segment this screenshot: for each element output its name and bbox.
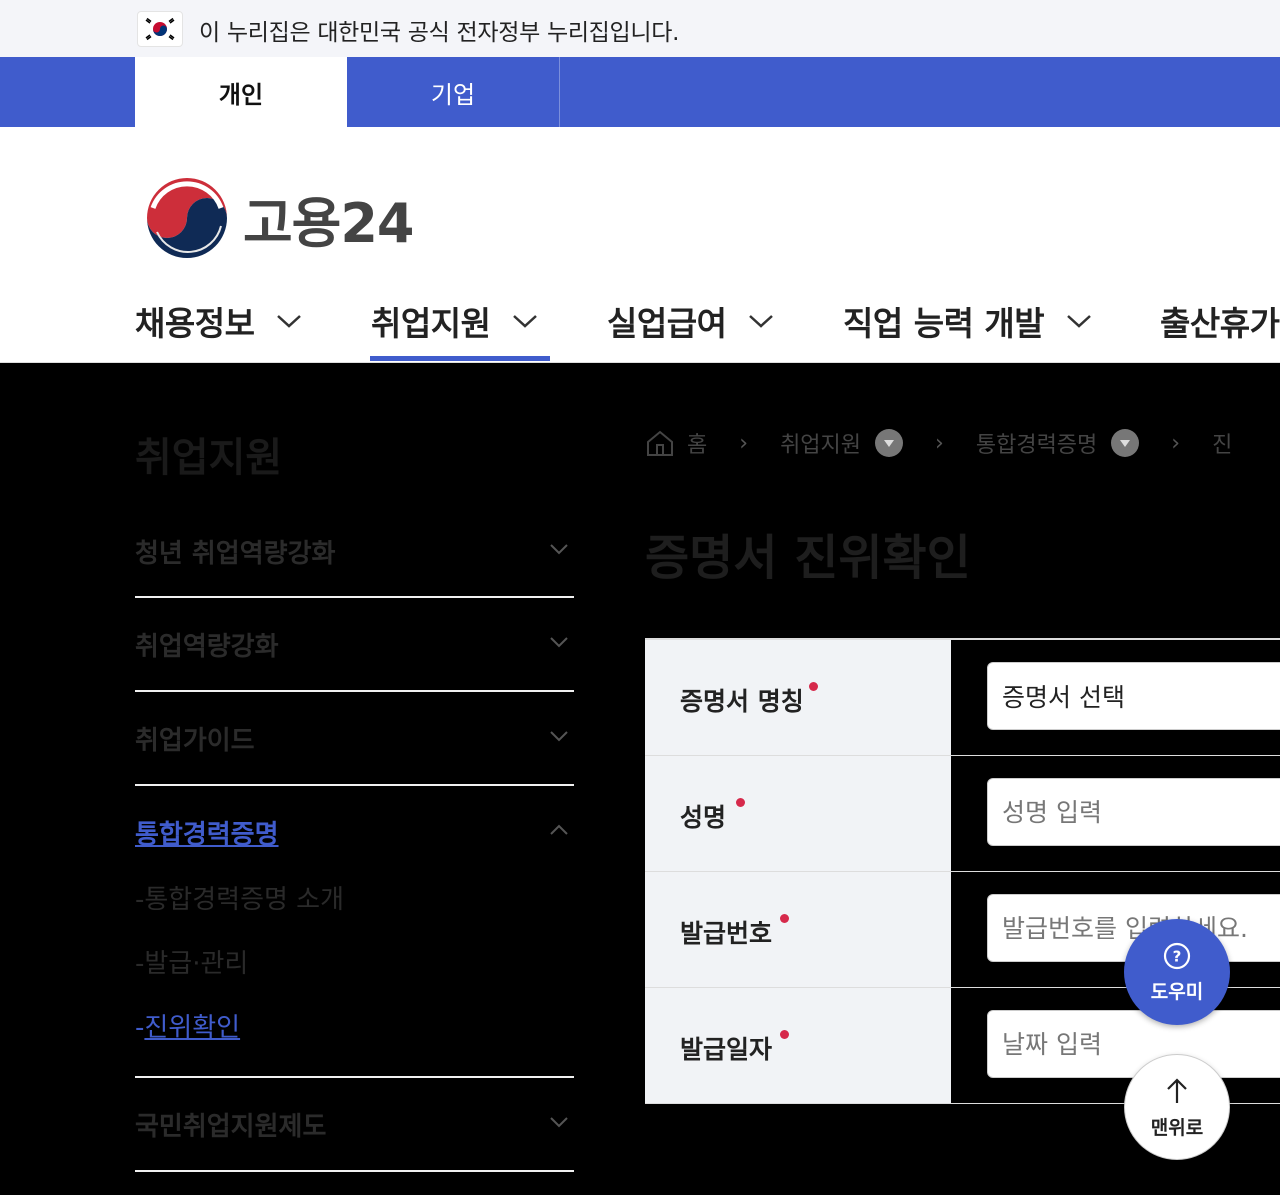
chevron-right-icon: › [1171, 430, 1181, 456]
site-logo[interactable]: 고용24 [141, 172, 415, 264]
lnb-item-label: 취업역량강화 [135, 632, 279, 662]
lnb-item-guide[interactable]: 취업가이드 [135, 690, 574, 786]
breadcrumb-home[interactable]: 홈 [687, 427, 707, 459]
field-label: 성명 [680, 803, 727, 832]
chevron-down-icon [513, 315, 538, 328]
lnb-sub-intro[interactable]: -통합경력증명 소개 [135, 879, 344, 916]
gnb-active-indicator [370, 356, 550, 361]
sub-item-label: 진위확인 [144, 1013, 241, 1043]
certificate-select[interactable] [987, 662, 1280, 730]
sub-item-label: 발급·관리 [144, 949, 249, 979]
breadcrumb: 홈 › 취업지원 › 통합경력증명 › 진 [645, 427, 1232, 459]
chevron-down-icon [277, 315, 302, 328]
lnb-title: 취업지원 [135, 435, 283, 481]
form-row-name: 성명 [645, 756, 1280, 872]
tab-personal[interactable]: 개인 [135, 57, 347, 127]
gnb-job-skill[interactable]: 직업 능력 개발 [843, 297, 1092, 345]
gnb-label: 출산휴가 [1160, 304, 1280, 343]
korean-flag-icon [137, 11, 183, 47]
gnb-employment-support[interactable]: 취업지원 [371, 297, 538, 345]
gnb-unemployment-benefit[interactable]: 실업급여 [607, 297, 774, 345]
sub-item-label: 통합경력증명 소개 [144, 885, 345, 915]
lnb-sub-verify[interactable]: -진위확인 [135, 1007, 240, 1044]
dropdown-toggle-icon[interactable] [1111, 429, 1140, 457]
lnb-item-label: 취업가이드 [135, 726, 255, 756]
scroll-top-label: 맨위로 [1150, 1117, 1204, 1139]
logo-text: 고용24 [243, 191, 415, 255]
field-label: 증명서 명칭 [680, 687, 804, 716]
lnb-item-label: 통합경력증명 [135, 820, 279, 850]
form-label-cell: 증명서 명칭 [645, 640, 951, 755]
site-header: 고용24 채용정보 취업지원 실업급여 직업 능력 개발 출산휴가 [0, 127, 1280, 363]
gnb-label: 취업지원 [371, 304, 491, 343]
gnb-label: 채용정보 [135, 304, 255, 343]
required-dot-icon [736, 798, 745, 807]
gnb-label: 실업급여 [607, 304, 727, 343]
field-label: 발급번호 [680, 919, 773, 948]
chevron-down-icon [550, 637, 568, 648]
form-label-cell: 발급번호 [645, 872, 951, 987]
lnb-item-national-support[interactable]: 국민취업지원제도 [135, 1076, 574, 1172]
gnb-recruit[interactable]: 채용정보 [135, 297, 302, 345]
svg-text:?: ? [1173, 948, 1182, 966]
breadcrumb-level3[interactable]: 진 [1212, 427, 1232, 459]
issue-date-input[interactable] [987, 1010, 1280, 1078]
chevron-down-icon [550, 1117, 568, 1128]
field-label: 발급일자 [680, 1035, 773, 1064]
help-label: 도우미 [1150, 981, 1204, 1003]
gov-banner: 이 누리집은 대한민국 공식 전자정부 누리집입니다. [0, 0, 1280, 57]
arrow-up-icon [1167, 1078, 1187, 1103]
sub-item-prefix: - [135, 1013, 145, 1043]
breadcrumb-level2[interactable]: 통합경력증명 [976, 427, 1097, 459]
gov-banner-text: 이 누리집은 대한민국 공식 전자정부 누리집입니다. [199, 20, 680, 46]
home-icon[interactable] [645, 429, 675, 457]
chevron-down-icon [550, 731, 568, 742]
help-button[interactable]: ? 도우미 [1124, 919, 1230, 1025]
audience-tab-bar: 개인 기업 [0, 57, 1280, 127]
scroll-top-button[interactable]: 맨위로 [1124, 1054, 1230, 1160]
chevron-right-icon: › [739, 430, 749, 456]
form-label-cell: 발급일자 [645, 988, 951, 1103]
required-dot-icon [780, 1030, 789, 1039]
verification-form: 증명서 명칭 성명 발급번호 발급일자 [645, 638, 1280, 1104]
sub-item-prefix: - [135, 949, 145, 979]
chevron-up-icon [550, 824, 568, 835]
gnb-label: 직업 능력 개발 [843, 304, 1045, 343]
taegeuk-logo-icon [143, 174, 231, 262]
chevron-right-icon: › [935, 430, 944, 456]
lnb-item-capacity[interactable]: 취업역량강화 [135, 596, 574, 692]
chevron-down-icon [1067, 315, 1091, 328]
required-dot-icon [780, 914, 789, 923]
required-dot-icon [809, 682, 818, 691]
form-label-cell: 성명 [645, 756, 951, 871]
gnb-maternity-leave[interactable]: 출산휴가 [1160, 297, 1280, 345]
lnb-item-youth[interactable]: 청년 취업역량강화 [135, 513, 574, 598]
name-input[interactable] [987, 778, 1280, 846]
main-content: 취업지원 청년 취업역량강화 취업역량강화 취업가이드 통합경력증명 -통합경력… [0, 363, 1280, 1195]
dropdown-toggle-icon[interactable] [875, 429, 904, 457]
breadcrumb-level1[interactable]: 취업지원 [780, 427, 861, 459]
form-row-certificate-name: 증명서 명칭 [645, 640, 1280, 756]
lnb-sub-issue-manage[interactable]: -발급·관리 [135, 943, 248, 980]
tab-corporate[interactable]: 기업 [347, 57, 560, 127]
chevron-down-icon [550, 544, 568, 555]
page-title: 증명서 진위확인 [645, 530, 971, 586]
question-circle-icon: ? [1163, 942, 1191, 970]
sub-item-prefix: - [135, 885, 145, 915]
lnb-item-label: 국민취업지원제도 [135, 1112, 327, 1142]
chevron-down-icon [749, 315, 774, 328]
lnb-item-label: 청년 취업역량강화 [135, 539, 336, 569]
